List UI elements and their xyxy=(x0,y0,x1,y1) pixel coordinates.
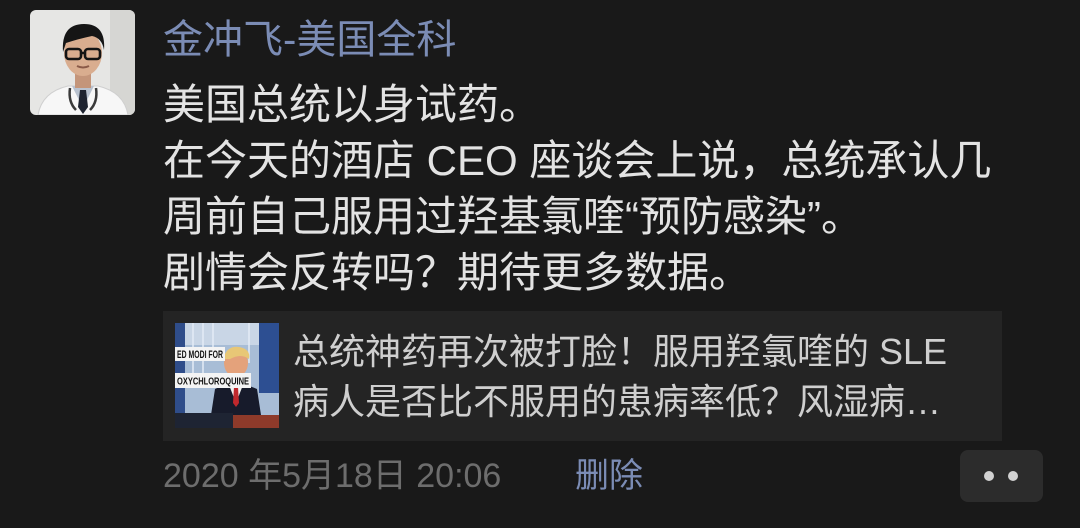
shared-article-card[interactable]: ED MODI FOR OXYCHLOROQUINE 总统神药再次被打脸！服用羟… xyxy=(163,311,1002,441)
author-name[interactable]: 金冲飞-美国全科 xyxy=(163,12,456,68)
article-title-line: 总统神药再次被打脸！服用羟氯喹的 SLE xyxy=(293,331,948,372)
thumbnail-floor xyxy=(175,413,233,428)
thumbnail-curtain xyxy=(175,323,185,413)
post-text-line: 周前自己服用过羟基氯喹“预防感染”。 xyxy=(163,193,863,240)
post-text-line: 在今天的酒店 CEO 座谈会上说，总统承认几 xyxy=(163,137,992,184)
more-actions-button[interactable] xyxy=(960,450,1043,502)
article-title-line: 病人是否比不服用的患病率低？风湿病… xyxy=(293,381,942,422)
post-text: 美国总统以身试药。 在今天的酒店 CEO 座谈会上说，总统承认几 周前自己服用过… xyxy=(163,77,1063,301)
moments-post: 金冲飞-美国全科 美国总统以身试药。 在今天的酒店 CEO 座谈会上说，总统承认… xyxy=(0,0,1080,528)
post-text-line: 剧情会反转吗？期待更多数据。 xyxy=(163,249,752,296)
article-thumbnail: ED MODI FOR OXYCHLOROQUINE xyxy=(175,323,279,428)
more-dots-icon xyxy=(1008,471,1018,481)
avatar-photo-icon xyxy=(30,10,135,115)
delete-button[interactable]: 删除 xyxy=(575,452,643,500)
news-photo-thumbnail: ED MODI FOR OXYCHLOROQUINE xyxy=(175,323,279,428)
article-title: 总统神药再次被打脸！服用羟氯喹的 SLE 病人是否比不服用的患病率低？风湿病… xyxy=(293,327,993,427)
thumbnail-caption-line: ED MODI FOR xyxy=(177,349,223,361)
thumbnail-person-tie xyxy=(233,387,239,407)
post-timestamp: 2020 年5月18日 20:06 xyxy=(163,457,502,495)
more-dots-icon xyxy=(984,471,994,481)
thumbnail-flag xyxy=(259,323,279,393)
post-text-line: 美国总统以身试药。 xyxy=(163,81,542,128)
thumbnail-caption-line: OXYCHLOROQUINE xyxy=(177,376,249,388)
author-avatar[interactable] xyxy=(30,10,135,115)
thumbnail-podium xyxy=(233,415,279,428)
